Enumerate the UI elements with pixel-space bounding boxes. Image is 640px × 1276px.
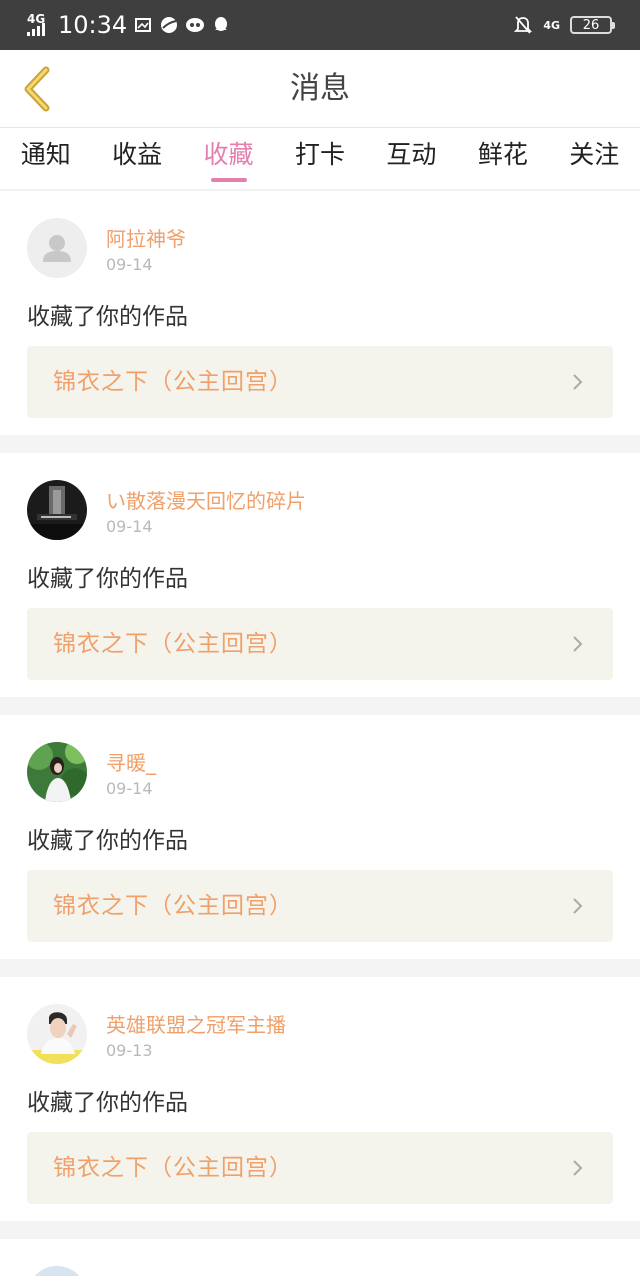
person-photo-avatar (27, 1004, 87, 1064)
list-item: い散落漫天回忆的碎片 09-14 收藏了你的作品 锦衣之下（公主回宫） (0, 453, 640, 697)
dark-photo-avatar (27, 480, 87, 540)
work-link[interactable]: 锦衣之下（公主回宫） (27, 608, 613, 680)
avatar[interactable] (27, 1266, 87, 1276)
work-title: 锦衣之下（公主回宫） (53, 631, 293, 657)
status-bar-right: 4G 26 (513, 8, 615, 42)
tab-notifications[interactable]: 通知 (0, 128, 91, 189)
work-link[interactable]: 锦衣之下（公主回宫） (27, 1132, 613, 1204)
tab-bar: 通知 收益 收藏 打卡 互动 鲜花 关注 (0, 128, 640, 190)
work-title: 锦衣之下（公主回宫） (53, 369, 293, 395)
list-item: 英雄联盟之冠军主播 09-13 收藏了你的作品 锦衣之下（公主回宫） (0, 977, 640, 1221)
tab-earnings[interactable]: 收益 (91, 128, 182, 189)
chevron-right-icon (573, 374, 583, 390)
page-title: 消息 (290, 71, 350, 106)
clock: 10:34 (58, 11, 128, 39)
username[interactable]: 阿拉神爷 (106, 223, 186, 252)
network-type-right: 4G (543, 18, 560, 32)
battery-level: 26 (582, 17, 600, 33)
tab-checkin[interactable]: 打卡 (274, 128, 365, 189)
tab-flowers[interactable]: 鲜花 (457, 128, 548, 189)
message-date: 09-14 (106, 517, 153, 536)
status-bar: 4G 10:34 4G 26 (0, 0, 640, 50)
message-date: 09-14 (106, 255, 153, 274)
mask-icon (185, 15, 205, 35)
list-item-partial (0, 1239, 640, 1276)
cellular-signal-icon: 4G (26, 10, 48, 40)
message-list: 阿拉神爷 09-14 收藏了你的作品 锦衣之下（公主回宫） い散落漫天回忆的碎片… (0, 191, 640, 1276)
message-date: 09-13 (106, 1041, 153, 1060)
battery-icon: 26 (570, 16, 615, 34)
username[interactable]: 寻暖_ (106, 747, 156, 776)
avatar[interactable] (27, 742, 87, 802)
tab-interaction[interactable]: 互动 (366, 128, 457, 189)
chevron-right-icon (573, 1160, 583, 1176)
nav-header: 消息 (0, 50, 640, 128)
chevron-right-icon (573, 898, 583, 914)
avatar[interactable] (27, 1004, 87, 1064)
tab-favorites[interactable]: 收藏 (183, 128, 274, 189)
status-bar-left: 4G 10:34 (26, 8, 231, 42)
notification-muted-icon (513, 15, 533, 35)
username[interactable]: 英雄联盟之冠军主播 (106, 1009, 286, 1038)
action-text: 收藏了你的作品 (27, 304, 188, 330)
list-item: 阿拉神爷 09-14 收藏了你的作品 锦衣之下（公主回宫） (0, 191, 640, 435)
qq-icon (211, 15, 231, 35)
action-text: 收藏了你的作品 (27, 828, 188, 854)
list-item: 寻暖_ 09-14 收藏了你的作品 锦衣之下（公主回宫） (0, 715, 640, 959)
browser-icon (159, 15, 179, 35)
default-avatar-icon (27, 218, 87, 278)
avatar[interactable] (27, 480, 87, 540)
album-icon (133, 15, 153, 35)
work-link[interactable]: 锦衣之下（公主回宫） (27, 870, 613, 942)
action-text: 收藏了你的作品 (27, 1090, 188, 1116)
username[interactable]: い散落漫天回忆的碎片 (106, 485, 306, 514)
avatar[interactable] (27, 218, 87, 278)
message-date: 09-14 (106, 779, 153, 798)
green-photo-avatar (27, 742, 87, 802)
action-text: 收藏了你的作品 (27, 566, 188, 592)
work-link[interactable]: 锦衣之下（公主回宫） (27, 346, 613, 418)
chevron-right-icon (573, 636, 583, 652)
tab-following[interactable]: 关注 (549, 128, 640, 189)
work-title: 锦衣之下（公主回宫） (53, 893, 293, 919)
work-title: 锦衣之下（公主回宫） (53, 1155, 293, 1181)
